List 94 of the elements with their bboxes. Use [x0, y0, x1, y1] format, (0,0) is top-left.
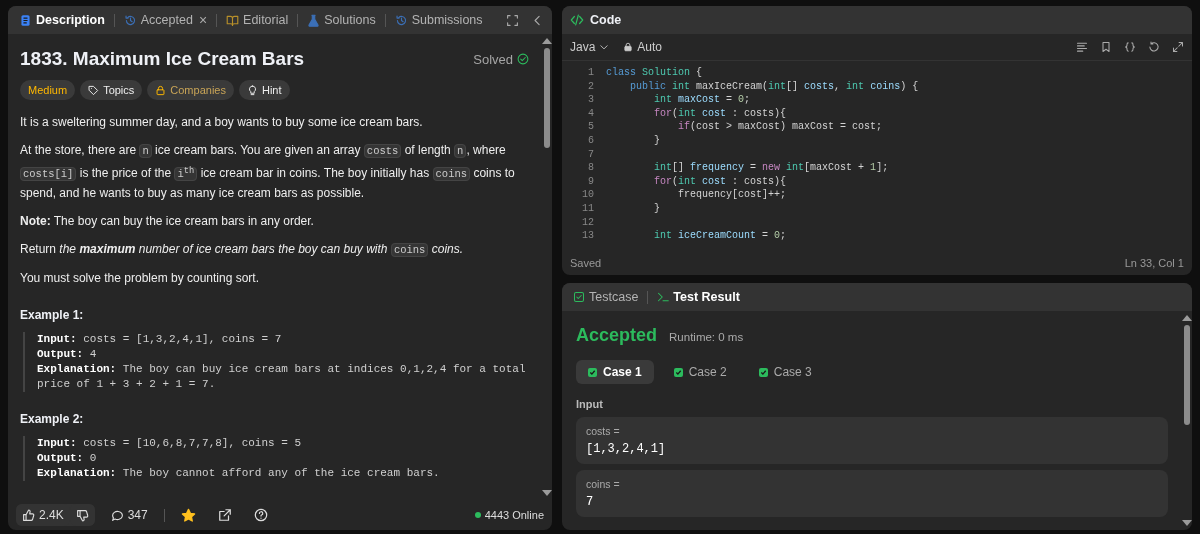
- param-name: costs =: [586, 425, 621, 437]
- case-tab[interactable]: Case 3: [746, 360, 824, 384]
- tag-chip[interactable]: Hint: [238, 80, 290, 100]
- tab[interactable]: Accepted ×: [120, 10, 211, 30]
- panel-title: Code: [590, 13, 622, 27]
- code-line: }: [653, 201, 660, 216]
- format-icon: [1076, 41, 1088, 53]
- param-value: 7: [586, 495, 595, 509]
- cursor-position: Ln 33, Col 1: [1124, 257, 1184, 269]
- case-tab[interactable]: Case 1: [576, 360, 654, 384]
- line-number: 12: [581, 215, 595, 230]
- tab[interactable]: Editorial: [223, 11, 292, 29]
- code-line: int[] frequency = new int[maxCost + 1];: [653, 161, 889, 175]
- line-number: 11: [581, 201, 595, 216]
- tag-chip[interactable]: Medium: [20, 80, 76, 100]
- lightbulb-icon: [246, 84, 258, 96]
- tag-icon: [88, 84, 100, 96]
- description-paragraph: You must solve the problem by counting sort.: [20, 269, 261, 287]
- description-paragraph: It is a sweltering summer day, and a boy wants to buy some ice cream bars.: [20, 114, 424, 131]
- share-icon: [217, 508, 232, 522]
- document-icon: [19, 13, 32, 27]
- history-icon: [394, 13, 408, 27]
- mode-button[interactable]: Auto: [623, 40, 663, 54]
- line-number: 8: [587, 161, 595, 175]
- example-line: Output: 4: [37, 346, 98, 362]
- code-line: }: [653, 133, 660, 148]
- tab[interactable]: Test Result: [654, 288, 743, 306]
- line-number: 5: [587, 120, 595, 134]
- description-paragraph: Note: The boy can buy the ice cream bars in any order.: [20, 212, 315, 230]
- example-title: Example 1:: [20, 307, 85, 322]
- flask-icon: [307, 13, 321, 27]
- online-count: 4443 Online: [484, 509, 544, 521]
- language-dropdown[interactable]: Java: [570, 40, 610, 54]
- code-line: public int maxIceCream(int[] costs, int coins) {: [629, 79, 919, 94]
- line-number: 9: [587, 174, 595, 189]
- verdict: Accepted: [576, 325, 658, 346]
- example-line: Output: 0: [37, 450, 98, 466]
- fullscreen-icon: [506, 13, 519, 27]
- example-title: Example 2:: [20, 411, 85, 426]
- example-line: Explanation: The boy can buy ice cream bars at indices 0,1,2,4 for a total price of 1 + 3 + 2 + 1 = 7.: [37, 361, 527, 392]
- terminal-icon: [657, 291, 670, 303]
- thumbs-down-icon: [75, 508, 89, 522]
- lock-icon: [155, 84, 167, 96]
- line-number: 3: [587, 93, 595, 107]
- bookmark-icon: [1100, 41, 1112, 53]
- online-dot: [474, 512, 481, 518]
- line-number: 6: [587, 133, 595, 148]
- chevron-down-icon: [599, 42, 610, 52]
- code-line: class Solution {: [606, 66, 703, 80]
- line-number: 4: [587, 106, 595, 121]
- code-line: for(int cost : costs){: [653, 174, 787, 189]
- book-icon: [226, 13, 240, 27]
- code-icon: [570, 13, 584, 27]
- line-number: 7: [587, 147, 595, 162]
- tag-chip[interactable]: Companies: [147, 80, 234, 100]
- runtime: Runtime: 0 ms: [669, 331, 744, 343]
- tab[interactable]: Description: [16, 11, 108, 29]
- input-label: Input: [576, 398, 604, 410]
- line-number: 13: [581, 229, 595, 243]
- lock-icon: [623, 42, 634, 52]
- description-paragraph: Return the maximum number of ice cream bars the boy can buy with coins coins.: [20, 240, 465, 259]
- tab[interactable]: Submissions: [391, 11, 486, 29]
- description-paragraph: At the store, there are n ice cream bars. You are given an array costs of length n , where costs[i] is the price of the i$^{th}$ ice cream bar in coins. The boy initially has coins coins to spend, and he wants to buy as many ice cream bars as possible.: [20, 142, 516, 202]
- star-icon: [180, 507, 196, 523]
- history-icon: [123, 13, 137, 27]
- code-line: if(cost > maxCost) maxCost = cost;: [677, 120, 883, 134]
- example-line: Input: costs = [1,3,2,4,1], coins = 7: [37, 331, 283, 347]
- comments-button[interactable]: 347: [104, 504, 154, 526]
- reset-icon: [1148, 41, 1160, 53]
- code-line: frequency[cost]++;: [677, 188, 787, 202]
- param-name: coins =: [586, 478, 621, 490]
- tab[interactable]: Solutions: [304, 11, 379, 29]
- expand-icon: [1172, 41, 1184, 53]
- problem-title: 1833. Maximum Ice Cream Bars: [20, 48, 306, 70]
- code-line: int iceCreamCount = 0;: [653, 229, 787, 243]
- tag-chip[interactable]: Topics: [80, 80, 143, 100]
- solved-status: Solved: [473, 51, 529, 67]
- code-line: for(int cost : costs){: [653, 106, 787, 121]
- line-number: 1: [587, 66, 595, 80]
- line-number: 10: [581, 188, 595, 202]
- help-icon: [253, 508, 268, 522]
- braces-icon: [1124, 41, 1136, 53]
- case-tab[interactable]: Case 2: [661, 360, 739, 384]
- line-number: 2: [587, 79, 595, 94]
- example-line: Input: costs = [10,6,8,7,7,8], coins = 5: [37, 435, 303, 451]
- thumbs-up-icon: [22, 508, 35, 522]
- checkbox-icon: [573, 291, 585, 303]
- tab[interactable]: Testcase: [570, 288, 642, 306]
- code-line: int maxCost = 0;: [653, 93, 751, 107]
- comment-icon: [110, 508, 124, 522]
- example-line: Explanation: The boy cannot afford any of the ice cream bars.: [37, 465, 441, 481]
- save-status: Saved: [570, 257, 602, 269]
- param-value: [1,3,2,4,1]: [586, 442, 667, 456]
- check-circle-icon: [517, 53, 529, 65]
